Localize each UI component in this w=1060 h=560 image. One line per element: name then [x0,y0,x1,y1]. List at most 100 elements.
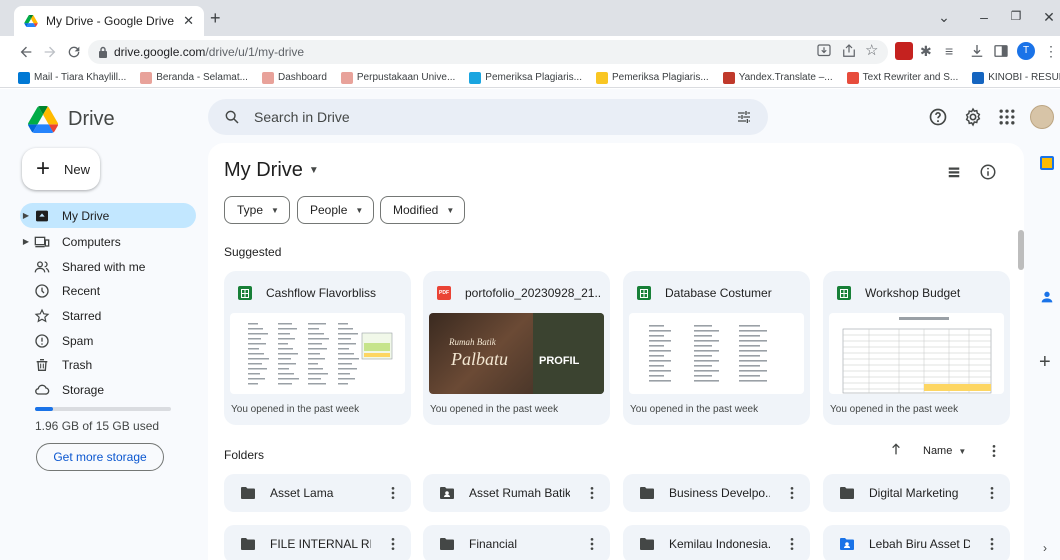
reload-icon[interactable] [66,44,82,60]
calendar-icon[interactable] [1040,156,1054,170]
extension-badge-icon[interactable] [895,42,913,60]
suggested-file-card[interactable]: Database Costumer You opened in the past … [623,271,810,425]
bookmark-favicon-icon [340,71,353,84]
page-title[interactable]: My Drive ▼ [224,159,319,182]
get-more-storage-button[interactable]: Get more storage [36,443,164,471]
more-options-icon[interactable] [986,443,1002,459]
suggested-file-card[interactable]: Cashflow Flavorbliss You opened in the pa… [224,271,411,425]
expand-panel-icon[interactable]: › [1043,541,1047,555]
minimize-icon[interactable]: – [975,9,993,27]
sidebar-item-trash[interactable]: Trash [20,352,196,377]
filter-chip-people[interactable]: People ▼ [297,196,375,224]
account-avatar[interactable] [1030,105,1054,129]
drive-app: Drive Search in Drive + New ▶ My Drive ▶ Co… [0,89,1060,560]
help-icon[interactable] [928,107,948,127]
suggested-file-card[interactable]: Workshop Budget You opened in the past we… [823,271,1010,425]
suggested-file-card[interactable]: PDF portofolio_20230928_21... Rumah Batik P… [423,271,610,425]
tab-search-icon[interactable]: ⌄ [935,9,953,27]
bookmark-item[interactable]: Dashboard [261,71,327,84]
sidebar-item-computers[interactable]: ▶ Computers [20,229,196,254]
browser-tab[interactable]: My Drive - Google Drive ✕ [14,6,204,36]
forward-icon[interactable] [42,44,58,60]
settings-gear-icon[interactable] [963,107,983,127]
folder-item[interactable]: Lebah Biru Asset D... [823,525,1010,560]
window-close-icon[interactable]: ✕ [1040,9,1058,27]
share-icon[interactable] [840,42,858,60]
side-panel-icon[interactable] [992,42,1010,60]
search-icon[interactable] [224,109,240,125]
star-bookmark-icon[interactable]: ☆ [865,42,883,60]
drive-logo[interactable]: Drive [28,106,115,133]
scrollbar-thumb[interactable] [1018,230,1024,270]
folder-item[interactable]: Digital Marketing [823,474,1010,512]
reading-list-icon[interactable]: ≡ [945,42,963,60]
new-tab-icon[interactable]: + [210,9,226,27]
new-button-label: New [64,161,91,177]
folder-item[interactable]: Kemilau Indonesia... [623,525,810,560]
sidebar-item-storage[interactable]: Storage [20,377,196,402]
sidebar-item-spam[interactable]: Spam [20,328,196,353]
thumbnail-brand-text: Palbatu [451,349,508,369]
sidebar-item-my-drive[interactable]: ▶ My Drive [20,203,196,228]
search-bar[interactable]: Search in Drive [208,99,768,135]
search-options-icon[interactable] [736,109,752,125]
url-path: /drive/u/1/my-drive [205,45,305,59]
more-options-icon[interactable] [784,485,800,501]
folder-item[interactable]: Financial [423,525,610,560]
info-icon[interactable] [979,163,997,181]
bookmark-item[interactable]: Yandex.Translate –... [722,71,833,84]
search-input[interactable]: Search in Drive [254,109,350,125]
more-options-icon[interactable] [385,536,401,552]
profile-avatar[interactable]: T [1017,42,1035,60]
bookmark-item[interactable]: KINOBI - RESUME T... [972,71,1060,84]
expand-caret-icon[interactable]: ▶ [20,211,32,220]
bookmark-item[interactable]: Text Rewriter and S... [846,71,958,84]
expand-caret-icon[interactable]: ▶ [20,237,32,246]
more-options-icon[interactable] [984,536,1000,552]
bookmark-item[interactable]: Perpustakaan Unive... [340,71,455,84]
more-options-icon[interactable] [784,536,800,552]
extensions-puzzle-icon[interactable]: ✱ [920,42,938,60]
file-name: Database Costumer [665,286,772,300]
filter-chip-label: Modified [393,203,439,217]
bookmark-label: Yandex.Translate –... [738,72,833,83]
back-icon[interactable] [18,44,34,60]
contacts-icon[interactable] [1039,289,1055,305]
spam-icon [34,333,50,349]
filter-chip-modified[interactable]: Modified ▼ [380,196,466,224]
address-bar[interactable]: drive.google.com /drive/u/1/my-drive [88,40,888,64]
bookmark-favicon-icon [595,71,608,84]
install-app-icon[interactable] [815,42,833,60]
downloads-icon[interactable] [968,42,986,60]
sort-by-button[interactable]: Name ▼ [923,445,966,457]
bookmark-item[interactable]: Mail - Tiara Khaylill... [18,71,126,84]
tab-title: My Drive - Google Drive [46,14,175,28]
add-panel-icon[interactable]: + [1039,351,1051,374]
restore-icon[interactable]: ❐ [1007,9,1025,27]
bookmark-item[interactable]: Pemeriksa Plagiaris... [595,71,709,84]
more-options-icon[interactable] [984,485,1000,501]
sidebar-item-label: Storage [62,382,105,397]
more-options-icon[interactable] [584,536,600,552]
bookmark-item[interactable]: Pemeriksa Plagiaris... [469,71,582,84]
list-view-icon[interactable] [945,163,963,181]
more-options-icon[interactable] [584,485,600,501]
filter-chip-type[interactable]: Type ▼ [224,196,290,224]
apps-grid-icon[interactable] [997,107,1017,127]
bookmark-item[interactable]: Beranda - Selamat... [140,71,248,84]
sidebar-item-recent[interactable]: Recent [20,278,196,303]
new-button[interactable]: + New [22,148,100,190]
more-options-icon[interactable] [385,485,401,501]
folder-item[interactable]: FILE INTERNAL RBP [224,525,411,560]
folder-item[interactable]: Business Develpo... [623,474,810,512]
caret-down-icon: ▼ [958,446,967,456]
sidebar-item-starred[interactable]: Starred [20,303,196,328]
browser-menu-icon[interactable]: ⋮ [1042,42,1060,60]
folder-name: FILE INTERNAL RBP [270,537,371,551]
sidebar-item-shared-with-me[interactable]: Shared with me [20,254,196,279]
folder-item[interactable]: Asset Rumah Batik... [423,474,610,512]
folder-item[interactable]: Asset Lama [224,474,411,512]
sort-direction-icon[interactable] [888,441,904,457]
close-tab-icon[interactable]: ✕ [183,13,194,29]
file-card-header: Cashflow Flavorbliss [238,286,403,300]
